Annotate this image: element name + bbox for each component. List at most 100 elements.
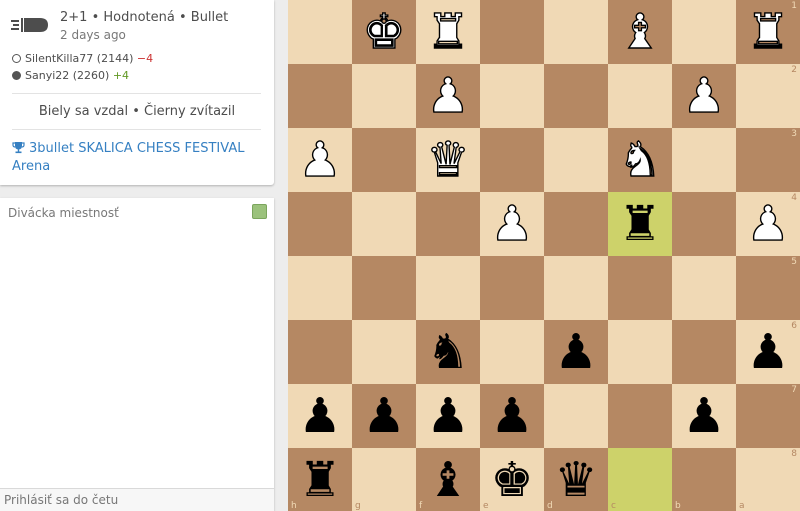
square-e3[interactable] [480, 128, 544, 192]
rank-label-2: 2 [791, 65, 797, 75]
square-h1[interactable] [288, 0, 352, 64]
square-d1[interactable] [544, 0, 608, 64]
white-rook-piece[interactable]: ♜ [418, 2, 478, 62]
square-f4[interactable] [416, 192, 480, 256]
square-g8[interactable]: g [352, 448, 416, 511]
square-c1[interactable]: ♝ [608, 0, 672, 64]
tournament-link[interactable]: 3bullet SKALICA CHESS FESTIVAL Arena [12, 140, 262, 176]
square-h2[interactable] [288, 64, 352, 128]
white-pawn-piece[interactable]: ♟ [738, 194, 798, 254]
black-pawn-piece[interactable]: ♟ [674, 386, 734, 446]
black-player-name[interactable]: Sanyi22 [25, 69, 69, 82]
square-c7[interactable] [608, 384, 672, 448]
square-a3[interactable]: 3 [736, 128, 800, 192]
square-b8[interactable]: b [672, 448, 736, 511]
white-pawn-piece[interactable]: ♟ [482, 194, 542, 254]
square-b6[interactable] [672, 320, 736, 384]
white-king-piece[interactable]: ♚ [354, 2, 414, 62]
rank-label-7: 7 [791, 385, 797, 395]
square-a6[interactable]: 6 ♟ [736, 320, 800, 384]
black-king-piece[interactable]: ♚ [482, 450, 542, 510]
square-f5[interactable] [416, 256, 480, 320]
square-f3[interactable]: ♛ [416, 128, 480, 192]
square-c5[interactable] [608, 256, 672, 320]
square-e5[interactable] [480, 256, 544, 320]
tournament-name[interactable]: 3bullet SKALICA CHESS FESTIVAL Arena [12, 141, 244, 174]
white-pawn-piece[interactable]: ♟ [418, 66, 478, 126]
square-b4[interactable] [672, 192, 736, 256]
square-h5[interactable] [288, 256, 352, 320]
square-g5[interactable] [352, 256, 416, 320]
square-g1[interactable]: ♚ [352, 0, 416, 64]
black-knight-piece[interactable]: ♞ [418, 322, 478, 382]
square-h7[interactable]: ♟ [288, 384, 352, 448]
square-a7[interactable]: 7 [736, 384, 800, 448]
white-pawn-piece[interactable]: ♟ [290, 130, 350, 190]
black-side-icon [12, 71, 21, 80]
square-d6[interactable]: ♟ [544, 320, 608, 384]
square-e6[interactable] [480, 320, 544, 384]
square-h3[interactable]: ♟ [288, 128, 352, 192]
black-player[interactable]: Sanyi22 (2260) +4 [12, 69, 129, 82]
square-a2[interactable]: 2 [736, 64, 800, 128]
square-f7[interactable]: ♟ [416, 384, 480, 448]
black-pawn-piece[interactable]: ♟ [290, 386, 350, 446]
square-c2[interactable] [608, 64, 672, 128]
white-rook-piece[interactable]: ♜ [738, 2, 798, 62]
black-rook-piece[interactable]: ♜ [610, 194, 670, 254]
square-e8[interactable]: e ♚ [480, 448, 544, 511]
square-d2[interactable] [544, 64, 608, 128]
square-g7[interactable]: ♟ [352, 384, 416, 448]
white-bishop-piece[interactable]: ♝ [610, 2, 670, 62]
square-h8[interactable]: h ♜ [288, 448, 352, 511]
square-d4[interactable] [544, 192, 608, 256]
square-b2[interactable]: ♟ [672, 64, 736, 128]
black-pawn-piece[interactable]: ♟ [738, 322, 798, 382]
black-pawn-piece[interactable]: ♟ [418, 386, 478, 446]
black-rook-piece[interactable]: ♜ [290, 450, 350, 510]
square-d8[interactable]: d ♛ [544, 448, 608, 511]
chat-input[interactable] [0, 488, 274, 511]
square-c6[interactable] [608, 320, 672, 384]
square-f8[interactable]: f ♝ [416, 448, 480, 511]
white-knight-piece[interactable]: ♞ [610, 130, 670, 190]
square-d3[interactable] [544, 128, 608, 192]
square-g6[interactable] [352, 320, 416, 384]
square-c3[interactable]: ♞ [608, 128, 672, 192]
square-a4[interactable]: 4 ♟ [736, 192, 800, 256]
white-player-name[interactable]: SilentKilla77 [25, 52, 93, 65]
square-c4[interactable]: ♜ [608, 192, 672, 256]
square-a5[interactable]: 5 [736, 256, 800, 320]
square-f6[interactable]: ♞ [416, 320, 480, 384]
square-e7[interactable]: ♟ [480, 384, 544, 448]
square-a1[interactable]: 1 ♜ [736, 0, 800, 64]
square-h4[interactable] [288, 192, 352, 256]
black-pawn-piece[interactable]: ♟ [546, 322, 606, 382]
square-d7[interactable] [544, 384, 608, 448]
square-e1[interactable] [480, 0, 544, 64]
chess-board[interactable]: ♚ ♜ ♝ 1 ♜ ♟ ♟ 2 ♟ ♛ ♞ 3 ♟ ♜ 4 ♟ 5 ♞ ♟ 6 ♟ ♟ ♟ ♟ ♟ ♟ 7 h ♜ g f ♝ e ♚ d ♛ c b 8 a [288, 0, 800, 511]
black-pawn-piece[interactable]: ♟ [354, 386, 414, 446]
square-g3[interactable] [352, 128, 416, 192]
square-g2[interactable] [352, 64, 416, 128]
square-e2[interactable] [480, 64, 544, 128]
white-player[interactable]: SilentKilla77 (2144) −4 [12, 52, 153, 65]
square-b3[interactable] [672, 128, 736, 192]
square-h6[interactable] [288, 320, 352, 384]
square-b5[interactable] [672, 256, 736, 320]
square-d5[interactable] [544, 256, 608, 320]
square-f1[interactable]: ♜ [416, 0, 480, 64]
black-queen-piece[interactable]: ♛ [546, 450, 606, 510]
square-g4[interactable] [352, 192, 416, 256]
square-a8[interactable]: 8a [736, 448, 800, 511]
square-b1[interactable] [672, 0, 736, 64]
chat-toggle-checkbox[interactable] [252, 204, 267, 219]
square-c8[interactable]: c [608, 448, 672, 511]
white-queen-piece[interactable]: ♛ [418, 130, 478, 190]
black-bishop-piece[interactable]: ♝ [418, 450, 478, 510]
black-pawn-piece[interactable]: ♟ [482, 386, 542, 446]
square-b7[interactable]: ♟ [672, 384, 736, 448]
square-e4[interactable]: ♟ [480, 192, 544, 256]
white-pawn-piece[interactable]: ♟ [674, 66, 734, 126]
square-f2[interactable]: ♟ [416, 64, 480, 128]
